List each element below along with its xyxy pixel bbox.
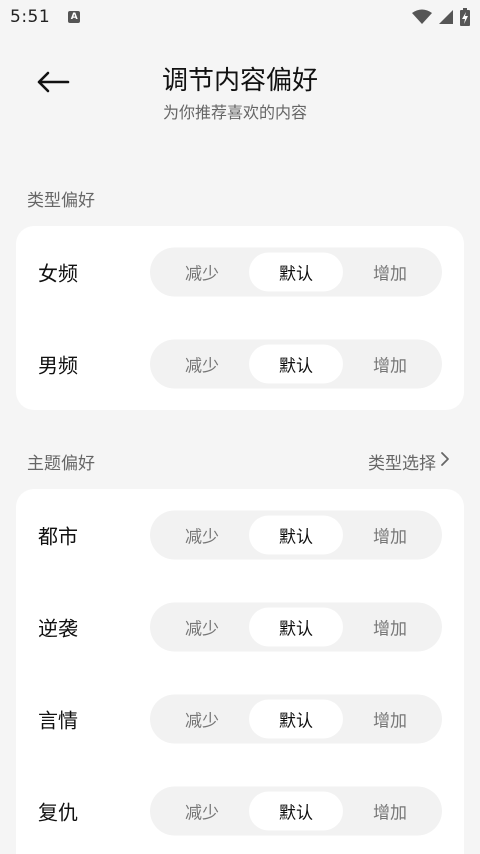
pref-segmented-control: 减少 默认 增加	[150, 786, 442, 836]
pref-row-female: 女频 减少 默认 增加	[16, 226, 464, 318]
back-button[interactable]	[28, 64, 78, 104]
pref-row-male: 男频 减少 默认 增加	[16, 318, 464, 410]
battery-icon	[460, 8, 470, 26]
pref-row-urban: 都市 减少 默认 增加	[16, 489, 464, 581]
pref-segmented-control: 减少 默认 增加	[150, 339, 442, 389]
pref-label: 复仇	[38, 800, 78, 825]
option-decrease[interactable]: 减少	[155, 792, 249, 831]
option-decrease[interactable]: 减少	[155, 345, 249, 384]
pref-row-revenge: 复仇 减少 默认 增加	[16, 765, 464, 854]
option-increase[interactable]: 增加	[343, 700, 437, 739]
option-decrease[interactable]: 减少	[155, 516, 249, 555]
section-title-theme: 主题偏好	[27, 454, 95, 474]
notification-icon: A	[68, 11, 81, 23]
pref-label: 都市	[38, 524, 78, 549]
chevron-right-icon	[440, 451, 450, 472]
pref-row-romance: 言情 减少 默认 增加	[16, 673, 464, 765]
header: 调节内容偏好 为你推荐喜欢的内容	[0, 56, 480, 126]
option-increase[interactable]: 增加	[343, 345, 437, 384]
option-decrease[interactable]: 减少	[155, 608, 249, 647]
pref-label: 逆袭	[38, 616, 78, 641]
option-decrease[interactable]: 减少	[155, 253, 249, 292]
option-increase[interactable]: 增加	[343, 516, 437, 555]
pref-segmented-control: 减少 默认 增加	[150, 510, 442, 560]
option-increase[interactable]: 增加	[343, 253, 437, 292]
status-time: 5:51	[10, 7, 51, 27]
pref-segmented-control: 减少 默认 增加	[150, 602, 442, 652]
signal-icon	[438, 9, 454, 25]
type-pref-card: 女频 减少 默认 增加 男频 减少 默认 增加	[16, 226, 464, 410]
option-default[interactable]: 默认	[249, 699, 343, 739]
wifi-icon	[412, 9, 432, 25]
option-decrease[interactable]: 减少	[155, 700, 249, 739]
option-default[interactable]: 默认	[249, 344, 343, 384]
option-increase[interactable]: 增加	[343, 608, 437, 647]
option-default[interactable]: 默认	[249, 515, 343, 555]
pref-segmented-control: 减少 默认 增加	[150, 694, 442, 744]
option-default[interactable]: 默认	[249, 252, 343, 292]
pref-segmented-control: 减少 默认 增加	[150, 247, 442, 297]
pref-label: 女频	[38, 261, 78, 286]
theme-pref-card: 都市 减少 默认 增加 逆袭 减少 默认 增加 言情 减少 默认 增加 复仇 减…	[16, 489, 464, 854]
arrow-left-icon	[36, 71, 70, 97]
status-icons	[412, 8, 470, 26]
page-title: 调节内容偏好	[162, 66, 319, 96]
option-default[interactable]: 默认	[249, 607, 343, 647]
section-title-type: 类型偏好	[27, 191, 95, 211]
type-select-label: 类型选择	[368, 454, 436, 474]
pref-label: 言情	[38, 708, 78, 733]
option-default[interactable]: 默认	[249, 791, 343, 831]
type-select-link[interactable]: 类型选择	[368, 449, 450, 474]
pref-label: 男频	[38, 353, 78, 378]
pref-row-comeback: 逆袭 减少 默认 增加	[16, 581, 464, 673]
page-subtitle: 为你推荐喜欢的内容	[163, 103, 308, 122]
option-increase[interactable]: 增加	[343, 792, 437, 831]
status-bar: 5:51 A	[0, 0, 480, 34]
